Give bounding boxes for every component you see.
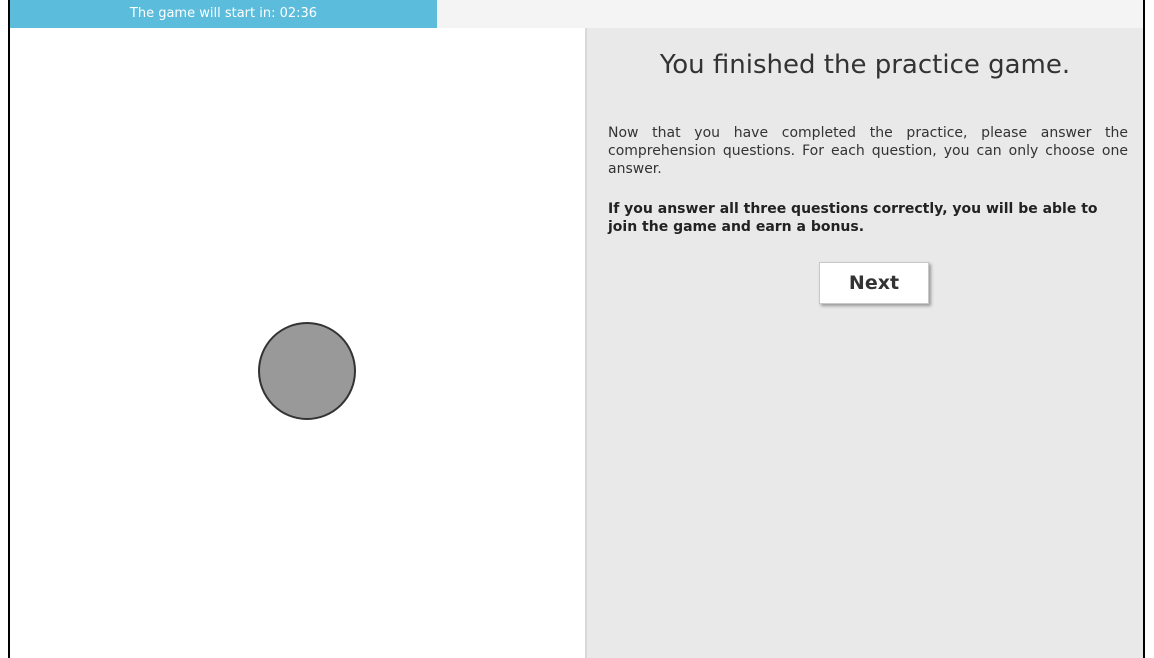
player-circle-icon [258, 322, 356, 420]
frame-border-left [8, 0, 10, 658]
instructions-panel: You finished the practice game. Now that… [587, 28, 1143, 658]
game-area [10, 28, 585, 658]
instructions-text: Now that you have completed the practice… [608, 125, 1128, 177]
countdown-timer: The game will start in: 02:36 [10, 0, 437, 28]
next-button[interactable]: Next [819, 262, 929, 304]
game-window: The game will start in: 02:36 You finish… [0, 0, 1154, 658]
frame-border-right [1143, 0, 1145, 658]
bonus-note: If you answer all three questions correc… [608, 201, 1098, 235]
panel-title: You finished the practice game. [659, 50, 1071, 80]
